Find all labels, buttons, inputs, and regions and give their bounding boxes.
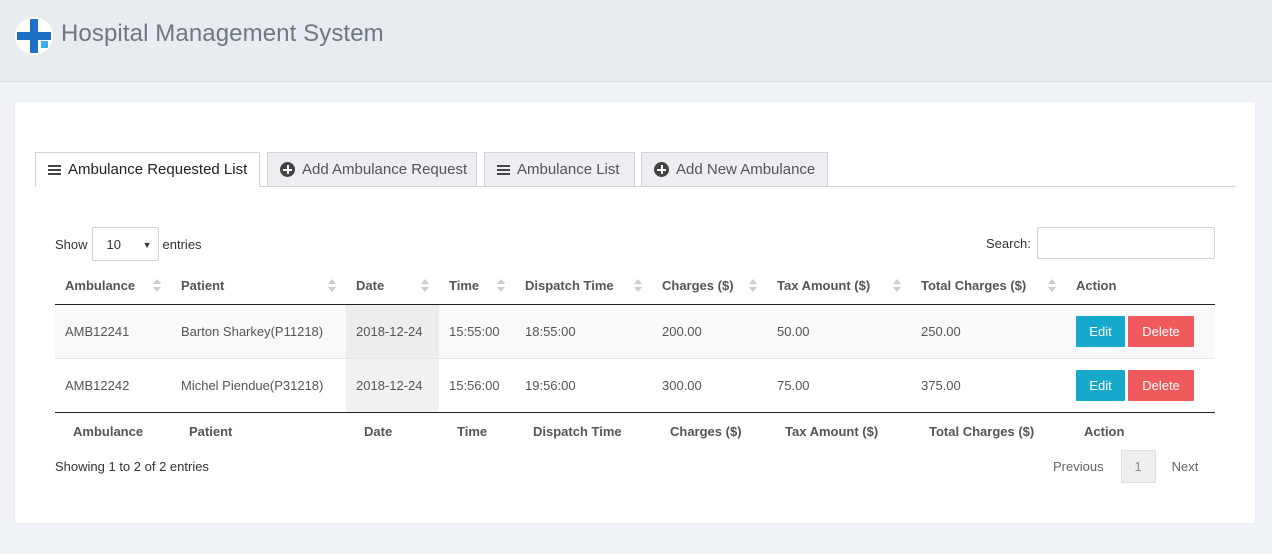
list-icon: [497, 164, 510, 175]
table-footer-row: Ambulance Patient Date Time Dispatch Tim…: [55, 412, 1215, 450]
sort-icon: [421, 279, 429, 293]
cell-patient: Barton Sharkey(P11218): [171, 304, 346, 358]
list-icon: [48, 164, 61, 175]
edit-button[interactable]: Edit: [1076, 369, 1125, 401]
tab-label: Ambulance Requested List: [68, 161, 248, 178]
plus-circle-icon: [654, 162, 669, 177]
tab-label: Add Ambulance Request: [302, 161, 468, 178]
table-row: AMB12242 Michel Piendue(P31218) 2018-12-…: [55, 357, 1215, 413]
ambulance-request-table: Ambulance Patient Date Time Dispatch Tim…: [55, 268, 1215, 450]
cell-date: 2018-12-24: [346, 357, 439, 413]
footer-header-patient: Patient: [189, 423, 233, 439]
entries-select-value: 10: [106, 236, 121, 252]
table-header-row: Ambulance Patient Date Time Dispatch Tim…: [55, 268, 1215, 305]
search-label: Search:: [986, 236, 1031, 251]
footer-header-ambulance: Ambulance: [73, 423, 144, 439]
cell-time: 15:55:00: [439, 304, 515, 358]
footer-header-time: Time: [457, 423, 488, 439]
tab-add-ambulance-request[interactable]: Add Ambulance Request: [267, 152, 477, 187]
column-header-dispatch-time[interactable]: Dispatch Time: [515, 268, 652, 305]
column-header-ambulance[interactable]: Ambulance: [55, 268, 171, 305]
cell-tax-amount: 75.00: [767, 357, 911, 413]
cell-dispatch-time: 19:56:00: [515, 357, 652, 413]
top-bar: Hospital Management System: [0, 0, 1272, 82]
tab-bar: Ambulance Requested List Add Ambulance R…: [35, 152, 1235, 187]
column-header-total-charges[interactable]: Total Charges ($): [911, 268, 1066, 305]
cell-total-charges: 250.00: [911, 304, 1066, 358]
sort-icon: [153, 279, 161, 293]
cell-time: 15:56:00: [439, 357, 515, 413]
footer-header-date: Date: [364, 423, 393, 439]
cell-patient: Michel Piendue(P31218): [171, 357, 346, 413]
cell-total-charges: 375.00: [911, 357, 1066, 413]
tab-label: Add New Ambulance: [676, 161, 816, 178]
column-header-patient[interactable]: Patient: [171, 268, 346, 305]
footer-header-action: Action: [1084, 423, 1125, 439]
entries-select[interactable]: 10 ▼: [91, 227, 159, 261]
caret-down-icon: ▼: [142, 240, 152, 250]
tab-ambulance-requested-list[interactable]: Ambulance Requested List: [35, 152, 260, 187]
column-header-action: Action: [1066, 268, 1215, 305]
cell-action: Edit Delete: [1066, 357, 1215, 413]
cell-date: 2018-12-24: [346, 304, 439, 358]
cell-ambulance: AMB12241: [55, 304, 171, 358]
cell-ambulance: AMB12242: [55, 357, 171, 413]
previous-page-button[interactable]: Previous: [1053, 459, 1104, 474]
sort-icon: [893, 279, 901, 293]
page-1-button[interactable]: 1: [1120, 450, 1156, 483]
tab-label: Ambulance List: [517, 161, 620, 178]
main-panel: Ambulance Requested List Add Ambulance R…: [15, 102, 1255, 523]
sort-icon: [497, 279, 505, 293]
footer-header-tax-amount: Tax Amount ($): [785, 423, 879, 439]
plus-circle-icon: [280, 162, 295, 177]
next-page-button[interactable]: Next: [1172, 459, 1199, 474]
delete-button[interactable]: Delete: [1128, 315, 1194, 347]
tab-add-new-ambulance[interactable]: Add New Ambulance: [641, 152, 828, 187]
sort-icon: [749, 279, 757, 293]
pagination: Previous 1 Next: [1040, 450, 1198, 483]
cell-tax-amount: 50.00: [767, 304, 911, 358]
entries-length-control: Show 10 ▼ entries: [55, 227, 202, 261]
column-header-time[interactable]: Time: [439, 268, 515, 305]
table-info: Showing 1 to 2 of 2 entries: [55, 459, 209, 474]
column-header-tax-amount[interactable]: Tax Amount ($): [767, 268, 911, 305]
entries-label: entries: [162, 236, 202, 252]
sort-icon: [634, 279, 642, 293]
sort-icon: [1048, 279, 1056, 293]
edit-button[interactable]: Edit: [1076, 315, 1125, 347]
search-input[interactable]: [1037, 227, 1215, 259]
column-header-date[interactable]: Date: [346, 268, 439, 305]
hospital-logo-icon: [15, 17, 53, 55]
tab-ambulance-list[interactable]: Ambulance List: [484, 152, 635, 187]
table-row: AMB12241 Barton Sharkey(P11218) 2018-12-…: [55, 304, 1215, 358]
column-header-charges[interactable]: Charges ($): [652, 268, 767, 305]
app-title: Hospital Management System: [61, 20, 384, 47]
footer-header-charges: Charges ($): [670, 423, 742, 439]
delete-button[interactable]: Delete: [1128, 369, 1194, 401]
cell-charges: 200.00: [652, 304, 767, 358]
show-label: Show: [55, 236, 88, 252]
sort-icon: [328, 279, 336, 293]
cell-dispatch-time: 18:55:00: [515, 304, 652, 358]
cell-charges: 300.00: [652, 357, 767, 413]
cell-action: Edit Delete: [1066, 304, 1215, 358]
footer-header-dispatch-time: Dispatch Time: [533, 423, 622, 439]
footer-header-total-charges: Total Charges ($): [929, 423, 1035, 439]
